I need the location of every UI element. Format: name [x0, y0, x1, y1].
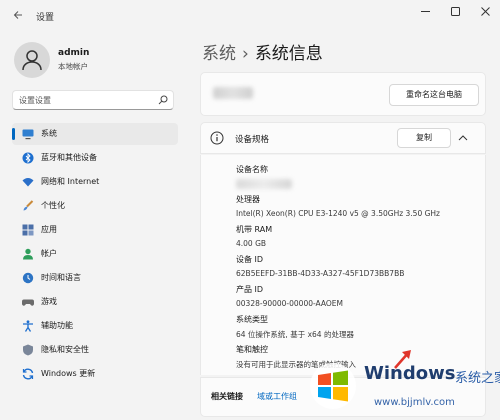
sync-icon: [22, 368, 34, 380]
page-title: 系统信息: [254, 44, 323, 64]
search-icon[interactable]: [158, 95, 168, 105]
device-specs-title: 设备规格: [235, 135, 270, 145]
sidebar-item-accounts[interactable]: 帐户: [12, 243, 178, 265]
person-icon: [22, 50, 42, 71]
sidebar-item-label: 时间和语言: [41, 273, 81, 282]
avatar[interactable]: [14, 42, 50, 78]
sidebar-item-label: 个性化: [41, 201, 65, 210]
maximize-button[interactable]: [440, 0, 470, 28]
pc-name-redacted: [213, 87, 253, 99]
user-name: admin: [58, 48, 90, 58]
sidebar-item-apps[interactable]: 应用: [12, 219, 178, 241]
maximize-icon: [450, 7, 460, 16]
minimize-button[interactable]: [410, 0, 440, 28]
spec-label-pen-touch: 笔和触控: [236, 345, 268, 354]
device-specs-body: 设备名称 处理器 Intel(R) Xeon(R) CPU E3-1240 v5…: [200, 155, 486, 375]
breadcrumb-parent[interactable]: 系统: [202, 44, 236, 64]
title-bar: 设置: [0, 0, 500, 32]
device-specs-header[interactable]: 设备规格 复制: [200, 122, 486, 154]
shield-icon: [23, 344, 33, 356]
watermark-subtitle: 系统之家: [455, 371, 500, 386]
spec-label-ram: 机带 RAM: [236, 225, 273, 234]
brush-icon: [23, 200, 34, 211]
spec-label-processor: 处理器: [236, 195, 260, 204]
sidebar-item-time-language[interactable]: 时间和语言: [12, 267, 178, 289]
spec-value-device-id: 62B5EEFD-31BB-4D33-A327-45F1D73BB7BB: [236, 269, 405, 278]
spec-value-product-id: 00328-90000-00000-AAOEM: [236, 299, 343, 308]
sidebar-item-label: 游戏: [41, 297, 57, 306]
sidebar-item-windows-update[interactable]: Windows 更新: [12, 363, 178, 385]
sidebar-item-label: 蓝牙和其他设备: [41, 153, 97, 162]
close-icon: [480, 7, 490, 16]
breadcrumb: 系统 › 系统信息: [202, 39, 323, 64]
active-indicator: [12, 128, 15, 140]
sidebar-item-label: Windows 更新: [41, 369, 96, 378]
settings-window: 设置 admin 本地帐户 系统 蓝牙和其他设备 网络和 Internet: [0, 0, 500, 420]
app-title: 设置: [36, 13, 55, 23]
info-icon: [210, 131, 224, 145]
sidebar-item-label: 应用: [41, 225, 57, 234]
windows-logo-icon: [310, 363, 356, 409]
spec-label-device-name: 设备名称: [236, 165, 268, 174]
spec-label-device-id: 设备 ID: [236, 255, 264, 264]
pc-name-card: 重命名这台电脑: [200, 72, 486, 116]
spec-value-system-type: 64 位操作系统, 基于 x64 的处理器: [236, 330, 354, 339]
rename-pc-button[interactable]: 重命名这台电脑: [389, 84, 479, 106]
account-type: 本地帐户: [58, 62, 88, 71]
apps-icon: [22, 224, 34, 236]
sidebar-item-personalization[interactable]: 个性化: [12, 195, 178, 217]
domain-workgroup-link[interactable]: 域或工作组: [257, 391, 297, 402]
back-button[interactable]: [8, 7, 28, 27]
gamepad-icon: [22, 299, 34, 306]
accessibility-icon: [23, 320, 33, 332]
sidebar-item-privacy[interactable]: 隐私和安全性: [12, 339, 178, 361]
spec-label-product-id: 产品 ID: [236, 285, 264, 294]
search-input[interactable]: [12, 90, 174, 110]
watermark-title: Windows: [364, 363, 456, 384]
sidebar-item-label: 帐户: [41, 249, 57, 258]
bluetooth-icon: [22, 152, 34, 164]
globe-clock-icon: [22, 272, 34, 284]
related-links-label: 相关链接: [211, 392, 243, 401]
wifi-icon: [22, 178, 34, 187]
sidebar-item-network[interactable]: 网络和 Internet: [12, 171, 178, 193]
sidebar-item-label: 辅助功能: [41, 321, 73, 330]
spec-value-ram: 4.00 GB: [236, 239, 267, 248]
sidebar-item-label: 网络和 Internet: [41, 177, 100, 186]
sidebar-item-accessibility[interactable]: 辅助功能: [12, 315, 178, 337]
sidebar-item-gaming[interactable]: 游戏: [12, 291, 178, 313]
close-button[interactable]: [470, 0, 500, 28]
watermark: Windows 系统之家 www.bjjmlv.com: [308, 355, 500, 420]
spec-label-system-type: 系统类型: [236, 315, 268, 324]
device-name-redacted: [236, 179, 292, 189]
minimize-icon: [420, 11, 430, 12]
sidebar-item-label: 隐私和安全性: [41, 345, 89, 354]
spec-value-processor: Intel(R) Xeon(R) CPU E3-1240 v5 @ 3.50GH…: [236, 209, 440, 218]
arrow-left-icon: [13, 11, 22, 19]
sidebar-item-system[interactable]: 系统: [12, 123, 178, 145]
sidebar-item-bluetooth[interactable]: 蓝牙和其他设备: [12, 147, 178, 169]
chevron-up-icon[interactable]: [457, 132, 469, 144]
breadcrumb-separator: ›: [242, 44, 249, 64]
monitor-icon: [22, 129, 34, 140]
copy-button[interactable]: 复制: [397, 128, 451, 148]
sidebar-item-label: 系统: [41, 129, 57, 138]
watermark-url: www.bjjmlv.com: [374, 397, 455, 408]
person-icon: [23, 248, 33, 260]
